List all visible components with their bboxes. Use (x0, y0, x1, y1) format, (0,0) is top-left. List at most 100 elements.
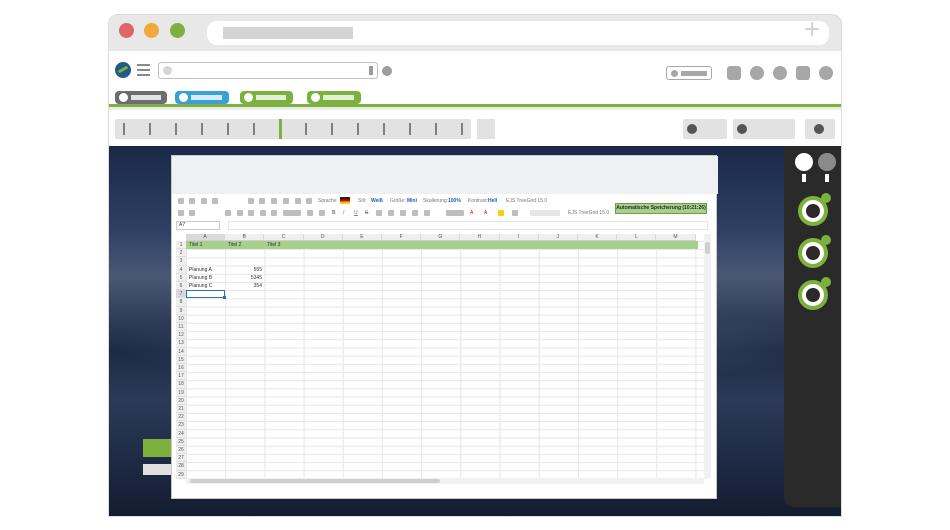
row-header-15[interactable]: 15 (176, 355, 186, 364)
row-header-10[interactable]: 10 (176, 314, 186, 323)
paste-format-icon[interactable] (178, 210, 184, 216)
bold-icon[interactable]: B (332, 210, 336, 216)
status-dot-icon[interactable] (382, 66, 392, 76)
row-header-24[interactable]: 24 (176, 429, 186, 438)
row-header-3[interactable]: 3 (176, 257, 186, 266)
cell-a1[interactable]: Titel 1 (189, 241, 202, 249)
column-header-e[interactable]: E (342, 234, 382, 241)
row-header-25[interactable]: 25 (176, 437, 186, 446)
link-icon[interactable] (237, 210, 243, 216)
row-header-9[interactable]: 9 (176, 306, 186, 315)
cell-b4[interactable]: 555 (225, 266, 262, 274)
timeline-extra-button[interactable] (477, 119, 495, 139)
side-action-button-1[interactable] (798, 193, 831, 226)
border-icon[interactable] (424, 210, 430, 216)
italic-icon[interactable]: I (343, 210, 344, 216)
skalierung-select[interactable]: 100% (448, 198, 461, 204)
row-header-13[interactable]: 13 (176, 339, 186, 348)
row-header-23[interactable]: 23 (176, 421, 186, 430)
vertical-scrollbar[interactable] (704, 234, 711, 478)
column-header-m[interactable]: M (656, 234, 696, 241)
row-header-28[interactable]: 28 (176, 462, 186, 471)
row-header-21[interactable]: 21 (176, 405, 186, 414)
column-header-f[interactable]: F (382, 234, 422, 241)
strikethrough-icon[interactable]: S (365, 210, 368, 216)
search-input[interactable] (158, 62, 378, 79)
number-format-select[interactable] (283, 210, 301, 216)
row-header-11[interactable]: 11 (176, 323, 186, 332)
column-header-c[interactable]: C (264, 234, 304, 241)
horizontal-scrollbar[interactable] (186, 478, 704, 484)
align-center-icon[interactable] (260, 210, 266, 216)
sort-icon[interactable] (189, 210, 195, 216)
side-user-icon[interactable] (795, 153, 813, 171)
side-action-button-3[interactable] (798, 277, 831, 310)
view-button[interactable] (733, 119, 795, 139)
header-toggle-button[interactable] (666, 66, 712, 80)
row-header-27[interactable]: 27 (176, 454, 186, 463)
help-icon[interactable] (773, 66, 787, 80)
info-icon[interactable] (306, 198, 312, 204)
timeline-tick[interactable] (227, 123, 229, 135)
subscript-icon[interactable] (388, 210, 394, 216)
settings-icon[interactable] (819, 66, 833, 80)
image-icon[interactable] (225, 210, 231, 216)
timeline-tick[interactable] (357, 123, 359, 135)
column-header-b[interactable]: B (225, 234, 265, 241)
menu-hamburger-icon[interactable] (137, 64, 150, 79)
tab-pill-2[interactable] (175, 91, 229, 104)
superscript-icon[interactable] (376, 210, 382, 216)
row-header-22[interactable]: 22 (176, 413, 186, 422)
timeline-tick[interactable] (175, 123, 177, 135)
german-flag-icon[interactable] (340, 197, 350, 204)
new-file-icon[interactable] (178, 198, 184, 204)
timeline-tick[interactable] (201, 123, 203, 135)
row-header-7[interactable]: 7 (176, 290, 186, 299)
horizontal-scroll-thumb[interactable] (190, 479, 440, 483)
indent-icon[interactable] (400, 210, 406, 216)
cell-border-icon[interactable] (512, 210, 518, 216)
cell-a4[interactable]: Planung A (189, 266, 212, 274)
timeline-tick[interactable] (409, 123, 411, 135)
copy-icon[interactable] (248, 198, 254, 204)
column-header-h[interactable]: H (460, 234, 500, 241)
format-icon[interactable] (283, 198, 289, 204)
cell-a6[interactable]: Planung C (189, 282, 212, 290)
cell-a5[interactable]: Planung B (189, 274, 212, 282)
maximize-window-button[interactable] (170, 23, 185, 38)
font-family-select[interactable] (530, 210, 560, 216)
column-header-d[interactable]: D (303, 234, 343, 241)
row-header-4[interactable]: 4 (176, 265, 186, 274)
row-header-14[interactable]: 14 (176, 347, 186, 356)
column-header-g[interactable]: G (421, 234, 461, 241)
row-header-2[interactable]: 2 (176, 249, 186, 258)
row-header-17[interactable]: 17 (176, 372, 186, 381)
wrap-icon[interactable] (307, 210, 313, 216)
timeline-tick[interactable] (331, 123, 333, 135)
tab-pill-4[interactable] (307, 91, 361, 104)
side-action-button-2[interactable] (798, 235, 831, 268)
cut-icon[interactable] (271, 198, 277, 204)
row-header-5[interactable]: 5 (176, 273, 186, 282)
name-box[interactable]: A7 (176, 221, 220, 230)
row-header-1[interactable]: 1 (176, 241, 186, 250)
minimize-window-button[interactable] (144, 23, 159, 38)
address-bar[interactable] (207, 21, 829, 45)
formula-bar[interactable] (228, 221, 708, 230)
timeline-tick[interactable] (383, 123, 385, 135)
timeline-tick[interactable] (123, 123, 125, 135)
text-color-icon[interactable]: A (484, 210, 487, 216)
vertical-scroll-thumb[interactable] (705, 242, 710, 254)
tab-pill-1[interactable] (115, 91, 167, 104)
font-color-icon[interactable]: A (470, 210, 473, 216)
grid-icon[interactable] (727, 66, 741, 80)
timeline-tick[interactable] (253, 123, 255, 135)
font-size-select[interactable] (446, 210, 464, 216)
autosave-button[interactable]: Automatische Speicherung (10:21:26) (615, 203, 707, 214)
timeline-tick[interactable] (305, 123, 307, 135)
row-header-29[interactable]: 29 (176, 470, 186, 479)
row-header-16[interactable]: 16 (176, 364, 186, 373)
location-button[interactable] (805, 119, 835, 139)
cell-c1[interactable]: Titel 3 (267, 241, 280, 249)
row-header-20[interactable]: 20 (176, 396, 186, 405)
